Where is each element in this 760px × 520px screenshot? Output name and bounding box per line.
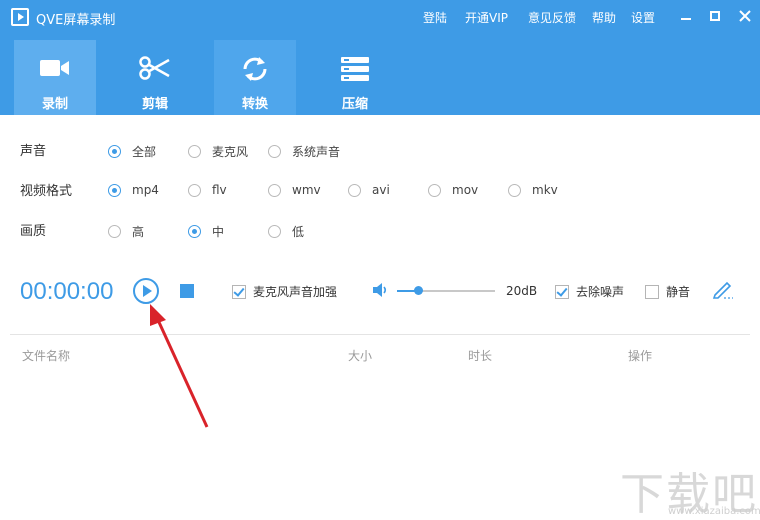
option-label: 麦克风 (212, 145, 249, 159)
sound-option-mic[interactable]: 麦克风 (188, 143, 248, 160)
option-label: 中 (212, 225, 225, 239)
maximize-button[interactable] (705, 6, 725, 26)
tab-record-label: 录制 (41, 97, 68, 112)
login-link[interactable]: 登陆 (423, 9, 447, 26)
column-header-filename: 文件名称 (22, 349, 71, 363)
radio-button[interactable] (188, 225, 201, 238)
feedback-link[interactable]: 意见反馈 (528, 9, 576, 26)
volume-slider-thumb[interactable] (414, 286, 423, 295)
vip-link[interactable]: 开通VIP (465, 9, 508, 26)
volume-slider[interactable] (397, 290, 495, 292)
tab-edit[interactable]: 剪辑 (114, 40, 196, 115)
tab-compress-label: 压缩 (341, 97, 368, 112)
option-label: 低 (292, 225, 305, 239)
watermark-url: www.xiazaiba.com (668, 506, 760, 517)
column-header-duration: 时长 (468, 349, 493, 363)
radio-button[interactable] (268, 183, 281, 197)
denoise-toggle[interactable]: 去除噪声 (555, 283, 624, 300)
mute-label: 静音 (666, 285, 691, 299)
option-label: 系统声音 (292, 145, 341, 159)
sound-option-all[interactable]: 全部 (108, 143, 156, 160)
radio-button[interactable] (508, 183, 521, 197)
tab-compress[interactable]: 压缩 (314, 40, 396, 115)
volume-icon[interactable] (371, 281, 389, 299)
format-option-wmv[interactable]: wmv (268, 183, 321, 197)
tab-convert-label: 转换 (241, 97, 268, 112)
checkbox[interactable] (645, 284, 659, 299)
radio-button[interactable] (188, 183, 201, 197)
mute-toggle[interactable]: 静音 (645, 283, 690, 300)
sound-option-system[interactable]: 系统声音 (268, 143, 340, 160)
option-label: mp4 (132, 183, 159, 197)
format-option-avi[interactable]: avi (348, 183, 390, 197)
quality-option-low[interactable]: 低 (268, 223, 304, 240)
option-label: mkv (532, 183, 558, 197)
scissors-icon (139, 56, 170, 80)
format-option-mp4[interactable]: mp4 (108, 183, 159, 197)
annotation-arrow-icon (150, 304, 209, 428)
video-camera-icon (40, 60, 69, 76)
mic-boost-label: 麦克风声音加强 (253, 285, 338, 299)
recording-timer: 00:00:00 (20, 278, 114, 305)
checkbox[interactable] (555, 284, 569, 299)
quality-option-high[interactable]: 高 (108, 223, 144, 240)
radio-button[interactable] (348, 183, 361, 197)
denoise-label: 去除噪声 (576, 285, 625, 299)
format-option-flv[interactable]: flv (188, 183, 227, 197)
column-header-actions: 操作 (628, 349, 653, 363)
radio-button[interactable] (268, 225, 281, 238)
radio-button[interactable] (188, 145, 201, 158)
radio-button[interactable] (108, 145, 121, 158)
format-option-mkv[interactable]: mkv (508, 183, 558, 197)
close-icon (739, 10, 751, 22)
checkbox[interactable] (232, 284, 246, 299)
compress-icon (341, 57, 369, 81)
radio-button[interactable] (108, 225, 121, 238)
format-option-mov[interactable]: mov (428, 183, 478, 197)
option-label: mov (452, 183, 479, 197)
stop-record-button[interactable] (180, 284, 194, 298)
radio-button[interactable] (428, 183, 441, 197)
option-label: 高 (132, 225, 145, 239)
column-header-size: 大小 (348, 349, 373, 363)
app-logo-icon (11, 8, 29, 26)
option-label: wmv (292, 183, 321, 197)
close-button[interactable] (735, 6, 755, 26)
quality-option-medium[interactable]: 中 (188, 223, 224, 240)
minimize-button[interactable] (676, 6, 696, 26)
option-label: flv (212, 183, 227, 197)
radio-button[interactable] (268, 145, 281, 158)
pencil-icon[interactable] (712, 279, 734, 299)
refresh-icon (243, 57, 267, 81)
help-link[interactable]: 帮助 (592, 9, 616, 26)
sound-label: 声音 (20, 144, 47, 159)
option-label: 全部 (132, 145, 157, 159)
quality-label: 画质 (20, 224, 47, 239)
tab-edit-label: 剪辑 (141, 97, 168, 112)
settings-link[interactable]: 设置 (631, 9, 655, 26)
option-label: avi (372, 183, 390, 197)
radio-button[interactable] (108, 183, 121, 197)
divider (10, 334, 750, 335)
volume-value: 20dB (506, 284, 538, 298)
app-title: QVE屏幕录制 (36, 13, 116, 28)
tab-convert[interactable]: 转换 (214, 40, 296, 115)
tab-record[interactable]: 录制 (14, 40, 96, 115)
format-label: 视频格式 (20, 184, 73, 199)
top-bar: QVE屏幕录制 登陆 开通VIP 意见反馈 帮助 设置 录制 剪辑 转换 压缩 (0, 0, 760, 115)
mic-boost-toggle[interactable]: 麦克风声音加强 (232, 283, 337, 300)
